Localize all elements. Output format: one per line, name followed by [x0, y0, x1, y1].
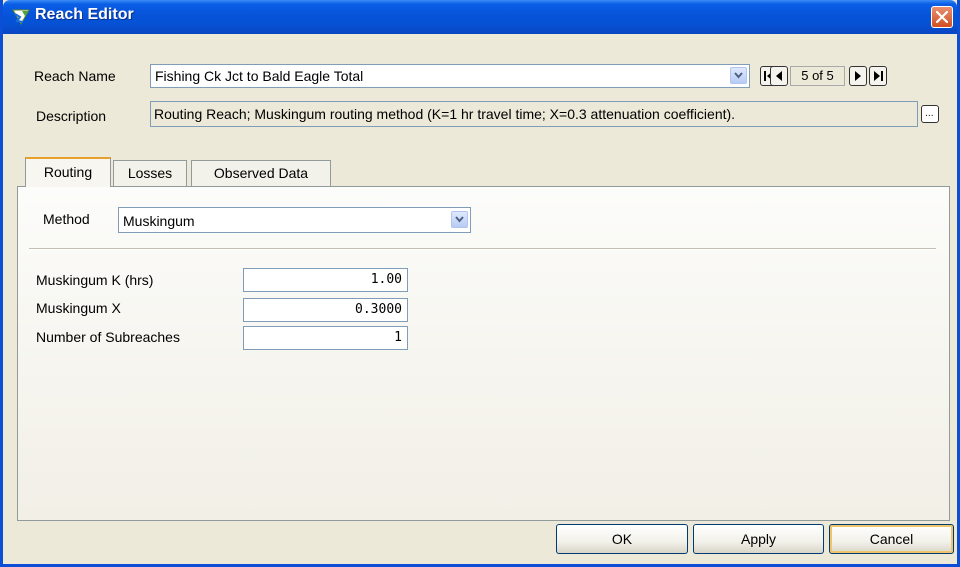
tab-routing[interactable]: Routing: [25, 157, 111, 187]
description-field[interactable]: Routing Reach; Muskingum routing method …: [150, 101, 918, 127]
record-counter: 5 of 5: [790, 66, 845, 86]
reach-name-dropdown-arrow[interactable]: [730, 67, 747, 84]
previous-record-icon: [776, 71, 782, 81]
method-dropdown-arrow[interactable]: [451, 211, 468, 228]
method-label: Method: [43, 211, 90, 227]
subreaches-input[interactable]: 1: [243, 326, 408, 350]
apply-button[interactable]: Apply: [693, 524, 824, 554]
description-value: Routing Reach; Muskingum routing method …: [154, 106, 736, 122]
muskingum-x-input[interactable]: 0.3000: [243, 298, 408, 322]
muskingum-k-value: 1.00: [370, 272, 402, 287]
window-title: Reach Editor: [35, 6, 134, 23]
tab-losses[interactable]: Losses: [113, 160, 187, 186]
reach-app-icon: [12, 9, 30, 26]
chevron-down-icon: [455, 216, 464, 223]
title-bar[interactable]: Reach Editor: [3, 0, 957, 34]
next-record-icon: [855, 71, 861, 81]
next-record-button[interactable]: [849, 66, 867, 86]
muskingum-x-label: Muskingum X: [36, 300, 121, 316]
edit-description-button[interactable]: ...: [921, 105, 939, 123]
reach-editor-window: Reach Editor Reach Name Fishing Ck Jct t…: [0, 0, 960, 567]
ellipsis-icon: ...: [925, 109, 934, 119]
chevron-down-icon: [734, 72, 743, 79]
muskingum-x-value: 0.3000: [355, 302, 402, 317]
reach-name-value: Fishing Ck Jct to Bald Eagle Total: [155, 68, 364, 84]
cancel-button[interactable]: Cancel: [829, 524, 954, 554]
last-record-button[interactable]: [869, 66, 887, 86]
routing-panel: [17, 186, 950, 521]
close-button[interactable]: [931, 6, 953, 28]
subreaches-label: Number of Subreaches: [36, 329, 180, 345]
last-record-icon: [874, 71, 883, 81]
tab-observed-data[interactable]: Observed Data: [191, 160, 331, 186]
reach-name-select[interactable]: Fishing Ck Jct to Bald Eagle Total: [150, 64, 750, 88]
reach-name-label: Reach Name: [34, 68, 116, 84]
close-icon: [936, 11, 948, 23]
method-select[interactable]: Muskingum: [118, 207, 471, 233]
muskingum-k-label: Muskingum K (hrs): [36, 272, 154, 288]
muskingum-k-input[interactable]: 1.00: [243, 268, 408, 292]
description-label: Description: [36, 108, 107, 124]
previous-record-button[interactable]: [770, 66, 788, 86]
subreaches-value: 1: [394, 330, 402, 345]
section-divider: [29, 248, 936, 250]
ok-button[interactable]: OK: [556, 524, 688, 554]
method-value: Muskingum: [123, 213, 195, 229]
